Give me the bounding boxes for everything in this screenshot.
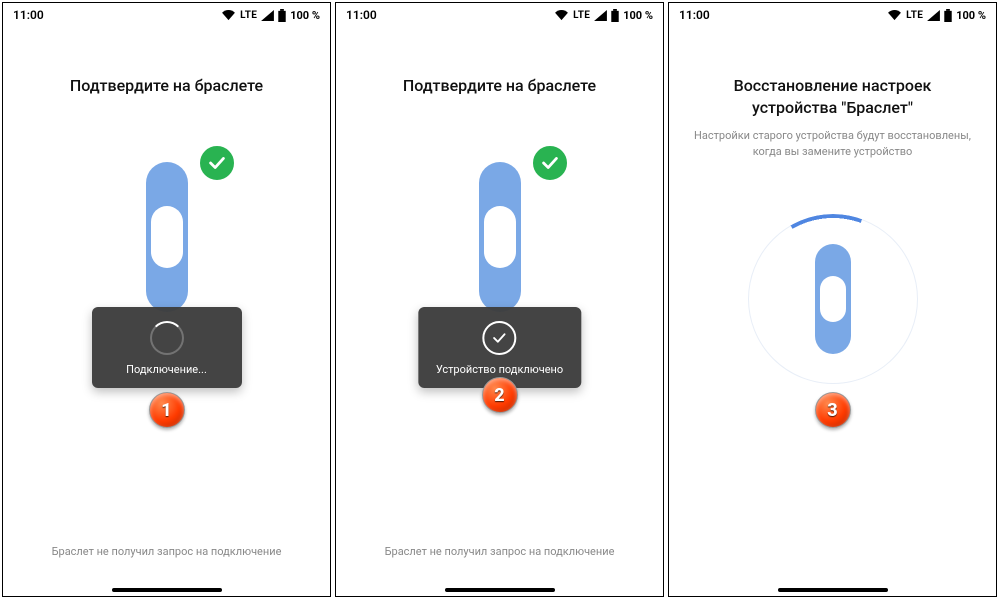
battery-icon (278, 9, 286, 22)
status-time: 11:00 (679, 8, 887, 22)
status-bar: 11:00 LTE 100 % (669, 3, 996, 27)
toast-text: Устройство подключено (436, 363, 563, 376)
check-circle-icon (483, 321, 517, 355)
step-badge: 2 (482, 377, 518, 413)
step-badge: 3 (815, 392, 851, 428)
status-time: 11:00 (13, 8, 221, 22)
status-bar: 11:00 LTE 100 % (336, 3, 663, 27)
signal-icon (594, 10, 607, 21)
page-title: Подтвердите на браслете (70, 75, 263, 97)
wifi-icon (887, 10, 902, 21)
phone-screen-3: 11:00 LTE 100 % Восстановление настроек … (668, 2, 997, 597)
nav-handle[interactable] (778, 588, 888, 592)
wifi-icon (554, 10, 569, 21)
nav-handle[interactable] (445, 588, 555, 592)
status-indicators: LTE 100 % (887, 9, 986, 22)
battery-percent: 100 % (290, 9, 320, 22)
screen-content: Подтвердите на браслете Подключение... 1… (3, 27, 330, 596)
footer-hint[interactable]: Браслет не получил запрос на подключение (336, 545, 663, 558)
page-title: Восстановление настроек устройства "Брас… (693, 75, 973, 118)
success-check-icon (197, 143, 237, 183)
screen-content: Подтвердите на браслете Устройство подкл… (336, 27, 663, 596)
network-label: LTE (240, 10, 257, 21)
battery-icon (944, 9, 952, 22)
nav-handle[interactable] (112, 588, 222, 592)
network-label: LTE (906, 10, 923, 21)
progress-ring (733, 199, 933, 399)
page-title: Подтвердите на браслете (403, 75, 596, 97)
step-badge: 1 (149, 392, 185, 428)
battery-icon (611, 9, 619, 22)
toast-text: Подключение... (126, 363, 207, 376)
wifi-icon (221, 10, 236, 21)
phone-screen-2: 11:00 LTE 100 % Подтвердите на браслете … (335, 2, 664, 597)
band-icon (815, 244, 851, 354)
band-icon (146, 162, 188, 312)
screen-content: Восстановление настроек устройства "Брас… (669, 27, 996, 596)
status-time: 11:00 (346, 8, 554, 22)
status-indicators: LTE 100 % (554, 9, 653, 22)
page-subtitle: Настройки старого устройства будут восст… (688, 128, 978, 159)
connected-toast: Устройство подключено (418, 307, 581, 388)
success-check-icon (530, 143, 570, 183)
network-label: LTE (573, 10, 590, 21)
connecting-toast: Подключение... (92, 307, 242, 388)
phone-screen-1: 11:00 LTE 100 % Подтвердите на браслете … (2, 2, 331, 597)
spinner-icon (150, 321, 184, 355)
battery-percent: 100 % (956, 9, 986, 22)
band-icon (479, 162, 521, 312)
status-indicators: LTE 100 % (221, 9, 320, 22)
signal-icon (927, 10, 940, 21)
footer-hint[interactable]: Браслет не получил запрос на подключение (3, 545, 330, 558)
status-bar: 11:00 LTE 100 % (3, 3, 330, 27)
signal-icon (261, 10, 274, 21)
battery-percent: 100 % (623, 9, 653, 22)
